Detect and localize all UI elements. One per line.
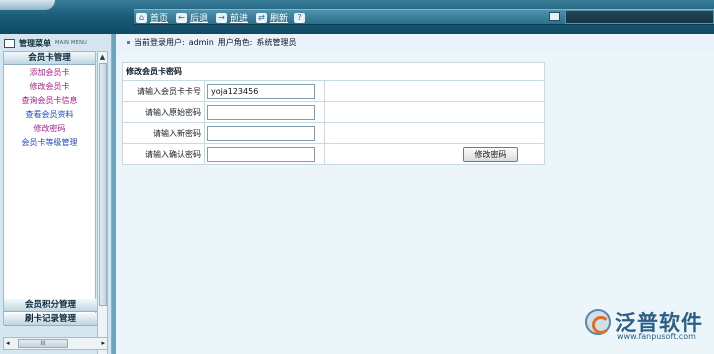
top-header: ⌂ 首页 ← 后退 → 前进 ⇄ 刷新 ? [0,0,714,34]
menu-item-add-card[interactable]: 添加会员卡 [4,66,95,80]
new-password-input[interactable] [207,125,315,141]
user-role-label: 用户角色: [217,38,253,47]
sidebar-vertical-scrollbar[interactable]: ▲ ▼ [97,51,108,354]
sidebar-subtitle: MAIN MENU [55,40,88,46]
nav-forward-label: 前进 [230,14,249,24]
refresh-icon: ⇄ [256,12,267,23]
sidebar-header: 管理菜单 MAIN MENU [4,36,108,50]
confirm-password-input[interactable] [207,146,315,162]
user-info-bar: 当前登录用户: admin 用户角色: 系统管理员 [118,34,714,51]
current-user-label: 当前登录用户: [134,38,185,47]
section-swipe-records-button[interactable]: 刷卡记录管理 [4,313,97,326]
scroll-right-icon[interactable]: ▸ [101,338,105,349]
nav-home-label: 首页 [150,14,169,24]
menu-icon [4,38,15,48]
change-password-button[interactable]: 修改密码 [463,146,518,162]
scroll-up-icon[interactable]: ▲ [98,52,107,62]
watermark: 泛普软件 www.fanpusoft.com [585,305,710,345]
nav-forward-button[interactable]: → 前进 [216,12,249,24]
nav-refresh-button[interactable]: ⇄ 刷新 [256,12,289,24]
section-points-button[interactable]: 会员积分管理 [4,299,97,312]
sidebar: 管理菜单 MAIN MENU 会员卡管理 添加会员卡 修改会员卡 查询会员卡信息… [0,34,112,354]
empty-cell [324,122,545,144]
old-password-input[interactable] [207,104,315,120]
menu-list: 添加会员卡 修改会员卡 查询会员卡信息 查看会员资料 修改密码 会员卡等级管理 [4,65,95,150]
back-arrow-icon: ← [176,12,187,23]
menu-item-member-info[interactable]: 查看会员资料 [4,108,95,122]
nav-help-button[interactable]: ? [294,12,305,23]
new-password-cell [204,122,325,144]
confirm-password-label: 请输入确认密码 [122,143,205,165]
menu-item-change-password[interactable]: 修改密码 [4,122,95,136]
bullet-icon [127,41,130,44]
monitor-icon[interactable] [549,12,560,21]
menu-item-edit-card[interactable]: 修改会员卡 [4,80,95,94]
submit-cell: 修改密码 [324,143,545,165]
scroll-left-icon[interactable]: ◂ [6,338,10,349]
change-password-form: 修改会员卡密码 请输入会员卡卡号 请输入原始密码 请输入新密码 请输入确认密码 [122,62,545,165]
menu-item-query-card[interactable]: 查询会员卡信息 [4,94,95,108]
nav-refresh-label: 刷新 [270,14,289,24]
current-user-value: admin [188,38,214,47]
old-password-cell [204,101,325,123]
help-icon: ? [294,12,305,23]
forward-arrow-icon: → [216,12,227,23]
new-password-label: 请输入新密码 [122,122,205,144]
old-password-label: 请输入原始密码 [122,101,205,123]
nav-back-label: 后退 [190,14,209,24]
section-swipe-records: 刷卡记录管理 [4,313,97,326]
card-number-input[interactable] [207,83,315,99]
watermark-url: www.fanpusoft.com [617,332,696,341]
brand-logo-icon [585,309,611,335]
home-icon: ⌂ [136,12,147,23]
form-title: 修改会员卡密码 [122,62,545,81]
card-number-label: 请输入会员卡卡号 [122,80,205,102]
empty-cell [324,101,545,123]
section-points: 会员积分管理 [4,299,97,312]
nav-home-button[interactable]: ⌂ 首页 [136,12,169,24]
confirm-password-cell [204,143,325,165]
menu-item-card-level[interactable]: 会员卡等级管理 [4,136,95,150]
sidebar-menu-panel: 会员卡管理 添加会员卡 修改会员卡 查询会员卡信息 查看会员资料 修改密码 会员… [3,51,97,326]
user-role-value: 系统管理员 [256,38,297,47]
nav-back-button[interactable]: ← 后退 [176,12,209,24]
sidebar-title: 管理菜单 [19,38,51,48]
scroll-thumb[interactable] [99,63,107,306]
hscroll-thumb[interactable]: III [18,339,68,348]
header-status-box [565,10,714,24]
empty-cell [324,80,545,102]
sidebar-horizontal-scrollbar[interactable]: ◂ III ▸ [3,337,108,350]
section-member-card[interactable]: 会员卡管理 [4,52,95,65]
card-number-cell [204,80,325,102]
logo [0,0,55,10]
